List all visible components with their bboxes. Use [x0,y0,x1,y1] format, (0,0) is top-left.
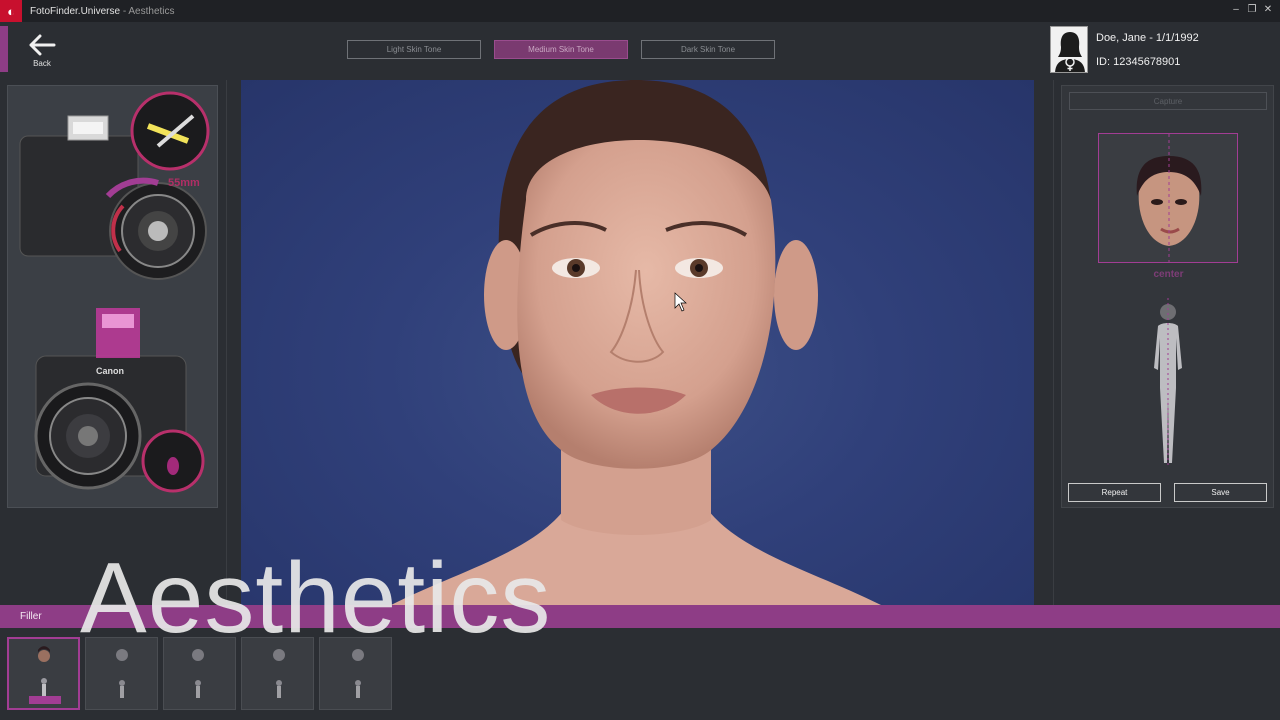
app-window: ◐ FotoFinder.Universe - Aesthetics – ❐ ✕… [0,0,1280,720]
face-preview [1098,133,1238,263]
face-body-thumbnail-icon [192,649,204,698]
position-label: center [1153,269,1184,280]
app-logo-icon: ◐ [0,0,22,22]
face-body-thumbnail-icon [273,649,285,698]
portrait-image [391,80,881,605]
close-button[interactable]: ✕ [1262,3,1274,17]
repeat-button[interactable]: Repeat [1068,483,1161,502]
window-controls: – ❐ ✕ [1230,3,1274,17]
face-body-thumbnail-icon [116,649,128,698]
capture-button[interactable]: Capture [1069,92,1267,110]
camera-guide-panel: 55mm Canon [7,85,218,508]
back-accent-bar [0,26,8,72]
patient-photo[interactable] [241,80,1034,605]
patient-info: Doe, Jane - 1/1/1992 ID: 12345678901 [1050,26,1280,74]
thumbnail-5[interactable] [319,637,392,710]
dark-skin-tone-button[interactable]: Dark Skin Tone [641,40,775,59]
patient-id: ID: 12345678901 [1096,56,1181,68]
thumbnail-3[interactable] [163,637,236,710]
light-skin-tone-button[interactable]: Light Skin Tone [347,40,481,59]
medium-skin-tone-button[interactable]: Medium Skin Tone [494,40,628,59]
back-button[interactable]: Back [22,34,62,74]
right-divider [1053,80,1054,605]
back-label: Back [33,59,51,68]
arrow-left-icon [29,34,56,56]
lens-focal-label: 55mm [168,177,200,189]
thumbnail-2[interactable] [85,637,158,710]
maximize-button[interactable]: ❐ [1246,3,1258,17]
app-name: FotoFinder.Universe [30,5,121,17]
thumbnail-4[interactable] [241,637,314,710]
overlay-title: Aesthetics [80,542,552,654]
filler-section-label: Filler [20,611,42,622]
patient-avatar [1050,26,1088,73]
title-bar: ◐ FotoFinder.Universe - Aesthetics – ❐ ✕ [0,0,1280,22]
thumbnail-strip [7,637,392,710]
camera-illustration: 55mm Canon [19,91,210,493]
window-title: FotoFinder.Universe - Aesthetics [30,6,175,17]
body-preview [1148,298,1188,466]
thumbnail-1[interactable] [7,637,80,710]
female-silhouette-icon [1055,32,1085,72]
camera-bottom-icon [34,308,205,493]
camera-brand-label: Canon [96,366,124,376]
left-divider [226,80,227,605]
save-button[interactable]: Save [1174,483,1267,502]
minimize-button[interactable]: – [1230,3,1242,17]
patient-name: Doe, Jane - 1/1/1992 [1096,32,1199,44]
face-body-thumbnail-icon [352,649,364,698]
module-name: Aesthetics [128,5,175,17]
face-avatar-icon [1136,134,1202,262]
thumbnail-active-bar [29,696,61,704]
capture-panel: Capture center Repeat Save [1061,85,1274,508]
skin-tone-selector: Light Skin Tone Medium Skin Tone Dark Sk… [347,40,775,59]
body-figure-icon [1154,298,1182,466]
